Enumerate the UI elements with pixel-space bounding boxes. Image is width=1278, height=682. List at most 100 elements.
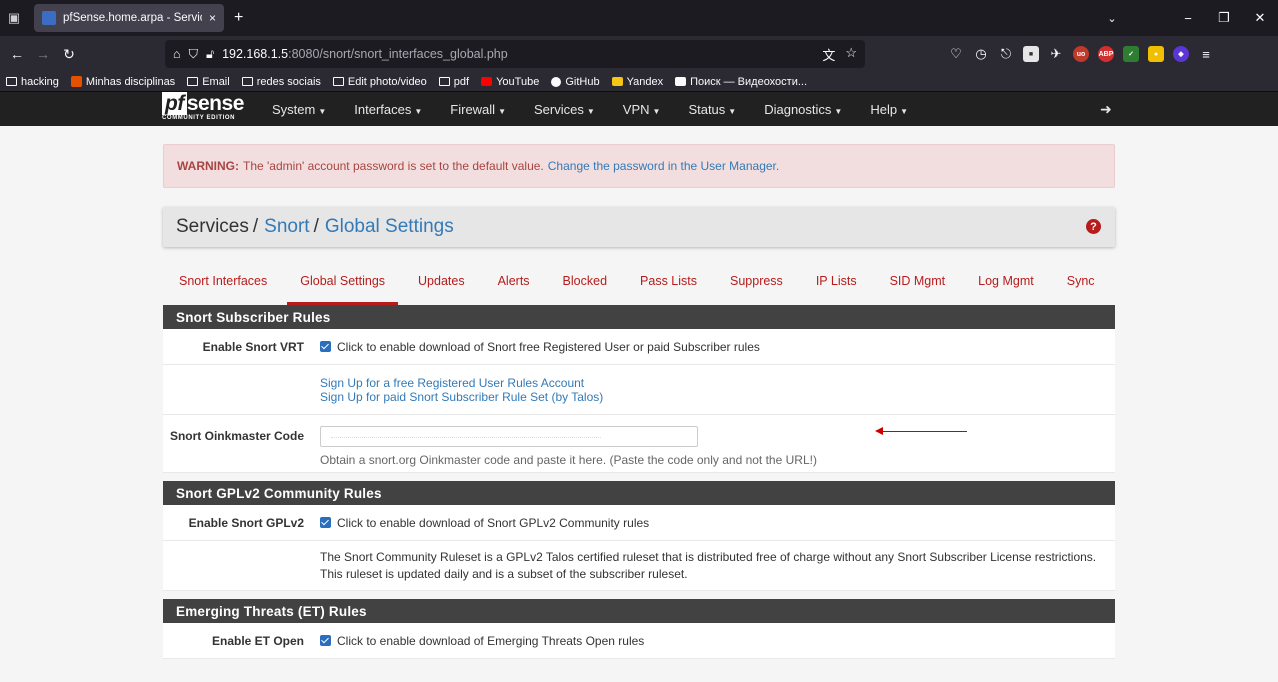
minimize-icon[interactable]: − — [1170, 11, 1206, 26]
url-bar[interactable]: ⌂ ⛉ 🔓︎ 192.168.1.5:8080/snort/snort_inte… — [165, 40, 865, 68]
browser-navbar: ← → ↻ ⌂ ⛉ 🔓︎ 192.168.1.5:8080/snort/snor… — [0, 36, 1278, 72]
folder-icon — [187, 77, 199, 86]
tab-alerts[interactable]: Alerts — [485, 265, 543, 305]
bookmark-folder-redes-sociais[interactable]: redes sociais — [241, 76, 321, 88]
panel-subscriber-rules: Snort Subscriber Rules Enable Snort VRT … — [163, 305, 1115, 473]
tab-global-settings[interactable]: Global Settings — [287, 265, 399, 305]
translate-icon[interactable]: 文 — [822, 45, 835, 64]
tab-close-icon[interactable]: × — [209, 11, 216, 25]
caret-down-icon: ▼ — [834, 106, 843, 116]
enable-et-open-checkbox[interactable]: Click to enable download of Emerging Thr… — [320, 634, 1115, 648]
checkbox-checked-icon[interactable] — [320, 340, 331, 352]
change-password-link[interactable]: Change the password in the User Manager. — [548, 159, 779, 173]
extension-icon[interactable]: ✈ — [1048, 46, 1064, 62]
pfsense-logo[interactable]: pf sense COMMUNITY EDITION — [162, 92, 244, 122]
folder-icon — [332, 77, 344, 86]
tab-pass-lists[interactable]: Pass Lists — [627, 265, 710, 305]
app-menu-icon[interactable]: ≡ — [1198, 46, 1214, 62]
bookmark-folder-hacking[interactable]: hacking — [6, 76, 59, 88]
enable-vrt-checkbox[interactable]: Click to enable download of Snort free R… — [320, 340, 1115, 354]
bookmark-star-icon[interactable]: ☆ — [845, 45, 857, 64]
panel-title: Emerging Threats (ET) Rules — [163, 599, 1115, 623]
home-icon[interactable]: ⌂ — [173, 47, 181, 61]
checkbox-checked-icon[interactable] — [320, 634, 331, 646]
tab-title: pfSense.home.arpa - Services: S — [63, 12, 202, 24]
bookmark-github[interactable]: GitHub — [551, 76, 600, 88]
gplv2-description: The Snort Community Ruleset is a GPLv2 T… — [320, 549, 1097, 581]
url-text[interactable]: 192.168.1.5:8080/snort/snort_interfaces_… — [222, 47, 814, 61]
tab-sid-mgmt[interactable]: SID Mgmt — [877, 265, 959, 305]
youtube-icon — [481, 77, 493, 86]
bookmark-yandex[interactable]: Yandex — [611, 76, 663, 88]
oinkmaster-code-input[interactable] — [320, 426, 698, 447]
tab-ip-lists[interactable]: IP Lists — [803, 265, 870, 305]
panel-gplv2-rules: Snort GPLv2 Community Rules Enable Snort… — [163, 481, 1115, 591]
honey-icon[interactable]: ● — [1148, 46, 1164, 62]
menu-interfaces[interactable]: Interfaces ▼ — [340, 102, 436, 117]
tab-overview-icon[interactable]: ▣ — [0, 0, 28, 36]
menu-status[interactable]: Status ▼ — [674, 102, 750, 117]
checkbox-checked-icon[interactable] — [320, 516, 331, 528]
forward-icon[interactable]: → — [30, 46, 56, 62]
caret-down-icon: ▼ — [728, 106, 737, 116]
adblock-plus-icon[interactable]: ABP — [1098, 46, 1114, 62]
bookmark-youtube[interactable]: YouTube — [481, 76, 539, 88]
restore-icon[interactable]: ❐ — [1206, 10, 1242, 26]
help-icon[interactable]: ? — [1086, 219, 1101, 234]
lock-icon[interactable]: 🔓︎ — [206, 47, 214, 62]
bookmark-video-search[interactable]: Поиск — Видеохости... — [675, 76, 807, 88]
bookmark-favicon-icon — [70, 76, 82, 87]
tab-snort-interfaces[interactable]: Snort Interfaces — [166, 265, 280, 305]
menu-vpn[interactable]: VPN ▼ — [609, 102, 675, 117]
share-icon[interactable]: ⎋ — [998, 46, 1014, 62]
video-search-icon — [675, 77, 687, 86]
ublock-icon[interactable]: uo — [1073, 46, 1089, 62]
list-tabs-icon[interactable]: ⌄ — [1094, 12, 1130, 25]
privacy-badger-icon[interactable]: ✓ — [1123, 46, 1139, 62]
back-icon[interactable]: ← — [4, 46, 30, 62]
caret-down-icon: ▼ — [652, 106, 661, 116]
tab-suppress[interactable]: Suppress — [717, 265, 796, 305]
bookmark-folder-email[interactable]: Email — [187, 76, 230, 88]
logout-icon[interactable]: ➜ — [1100, 101, 1112, 118]
breadcrumb-global-settings[interactable]: Global Settings — [325, 216, 454, 238]
proton-icon[interactable]: ◆ — [1173, 46, 1189, 62]
signup-paid-link[interactable]: Sign Up for paid Snort Subscriber Rule S… — [320, 390, 1109, 404]
new-tab-button[interactable]: + — [234, 9, 243, 27]
pocket-icon[interactable]: ♡ — [948, 46, 964, 62]
menu-firewall[interactable]: Firewall ▼ — [436, 102, 520, 117]
bitwarden-icon[interactable]: ■ — [1023, 46, 1039, 62]
signup-free-link[interactable]: Sign Up for a free Registered User Rules… — [320, 376, 1109, 390]
shield-icon[interactable]: ⛉ — [189, 47, 198, 62]
tab-sync[interactable]: Sync — [1054, 265, 1108, 305]
main-content: WARNING: The 'admin' account password is… — [163, 136, 1115, 659]
breadcrumb-snort[interactable]: Snort — [264, 216, 309, 238]
tab-updates[interactable]: Updates — [405, 265, 478, 305]
panel-title: Snort GPLv2 Community Rules — [163, 481, 1115, 505]
bookmark-folder-pdf[interactable]: pdf — [438, 76, 469, 88]
reload-icon[interactable]: ↻ — [56, 46, 82, 63]
caret-down-icon: ▼ — [498, 106, 506, 116]
close-window-icon[interactable]: ✕ — [1242, 10, 1278, 26]
bookmark-folder-edit-photo[interactable]: Edit photo/video — [332, 76, 427, 88]
folder-icon — [241, 77, 253, 86]
field-label: Snort Oinkmaster Code — [169, 429, 304, 443]
snort-tabs: Snort Interfaces Global Settings Updates… — [163, 265, 1115, 305]
field-label: Enable Snort GPLv2 — [188, 515, 304, 530]
panel-title: Snort Subscriber Rules — [163, 305, 1115, 329]
menu-services[interactable]: Services ▼ — [520, 102, 609, 117]
menu-system[interactable]: System ▼ — [258, 102, 340, 117]
folder-icon — [6, 77, 17, 86]
menu-help[interactable]: Help ▼ — [856, 102, 922, 117]
folder-icon — [438, 77, 450, 86]
menu-diagnostics[interactable]: Diagnostics ▼ — [750, 102, 856, 117]
tab-log-mgmt[interactable]: Log Mgmt — [965, 265, 1047, 305]
browser-tab[interactable]: pfSense.home.arpa - Services: S × — [34, 4, 224, 32]
tab-blocked[interactable]: Blocked — [550, 265, 620, 305]
history-icon[interactable]: ◷ — [973, 46, 989, 62]
bookmark-minhas-disciplinas[interactable]: Minhas disciplinas — [70, 76, 175, 88]
enable-gplv2-checkbox[interactable]: Click to enable download of Snort GPLv2 … — [320, 516, 1115, 530]
field-label: Enable Snort VRT — [202, 339, 304, 354]
default-password-warning: WARNING: The 'admin' account password is… — [163, 144, 1115, 188]
browser-titlebar: ▣ pfSense.home.arpa - Services: S × + ⌄ … — [0, 0, 1278, 36]
